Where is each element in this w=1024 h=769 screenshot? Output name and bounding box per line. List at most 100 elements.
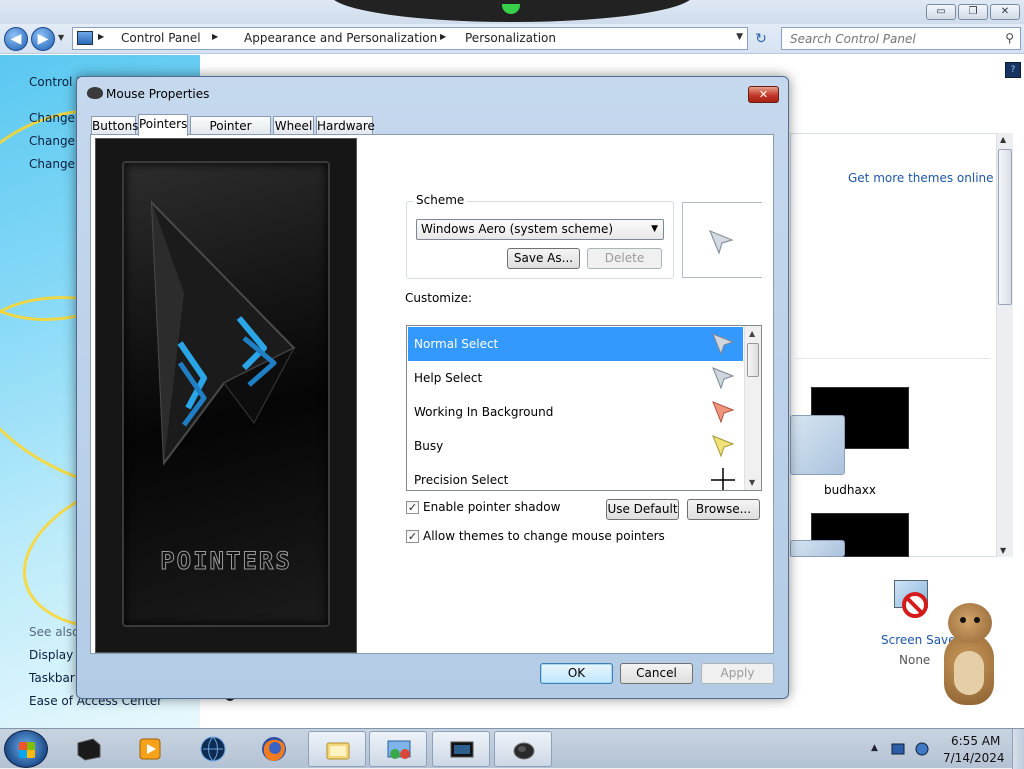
address-bar[interactable]: ▶ Control Panel ▶ Appearance and Persona… — [72, 27, 748, 50]
scroll-down-icon[interactable]: ▼ — [749, 478, 755, 487]
browse-button[interactable]: Browse... — [687, 499, 760, 520]
gopher-belly — [954, 651, 984, 695]
search-icon[interactable]: ⚲ — [1005, 31, 1014, 45]
chevron-down-icon[interactable]: ▼ — [736, 32, 743, 42]
theme-window-preview — [790, 540, 845, 557]
breadcrumb-separator-icon[interactable]: ▶ — [98, 32, 104, 41]
taskbar: ▲ 6:55 AM 7/14/2024 — [0, 728, 1024, 769]
show-desktop-button[interactable] — [1012, 729, 1024, 769]
themes-scrollbar[interactable]: ▲ ▼ — [996, 133, 1013, 557]
pointers-tab-panel: POINTERS Scheme Windows Aero (system sch… — [90, 134, 774, 654]
show-hidden-icons-icon[interactable]: ▲ — [871, 743, 878, 753]
preview-frame: POINTERS — [122, 161, 330, 627]
list-item-normal-select[interactable]: Normal Select — [408, 327, 743, 361]
maximize-button[interactable]: ❐ — [958, 4, 988, 20]
taskbar-media-player[interactable] — [121, 731, 179, 767]
cancel-button[interactable]: Cancel — [620, 663, 693, 684]
control-panel-icon — [77, 31, 93, 45]
tab-wheel[interactable]: Wheel — [273, 116, 314, 135]
scroll-thumb[interactable] — [998, 149, 1012, 305]
globe-icon — [200, 736, 226, 762]
breadcrumb-separator-icon[interactable]: ▶ — [440, 32, 446, 41]
change-mouse-pointers-link[interactable]: Change — [29, 134, 75, 148]
use-default-button[interactable]: Use Default — [606, 499, 679, 520]
ok-button[interactable]: OK — [540, 663, 613, 684]
gopher-eye — [974, 617, 980, 623]
search-input[interactable] — [788, 29, 988, 48]
breadcrumb-appearance[interactable]: Appearance and Personalization — [244, 31, 437, 45]
list-item-working-in-background[interactable]: Working In Background — [408, 395, 743, 429]
allow-themes-checkbox[interactable]: ✓ — [406, 530, 419, 543]
breadcrumb-personalization[interactable]: Personalization — [465, 31, 556, 45]
cursor-list[interactable]: Normal Select Help Select Working In Bac… — [406, 325, 762, 491]
taskbar-explorer[interactable] — [308, 731, 366, 767]
monitor-icon — [450, 741, 474, 758]
tab-pointers[interactable]: Pointers — [138, 114, 188, 136]
busy-cursor-icon — [712, 435, 735, 458]
tab-hardware[interactable]: Hardware — [316, 116, 375, 135]
theme-label[interactable]: budhaxx — [824, 483, 876, 497]
breadcrumb-control-panel[interactable]: Control Panel — [121, 31, 201, 45]
taskbar-app-box[interactable] — [60, 731, 118, 767]
close-window-button[interactable]: ✕ — [990, 4, 1020, 20]
network-icon[interactable] — [914, 741, 930, 757]
list-item-help-select[interactable]: Help Select — [408, 361, 743, 395]
working-cursor-icon — [712, 401, 735, 424]
list-item-label: Precision Select — [414, 473, 509, 487]
breadcrumb-separator-icon[interactable]: ▶ — [212, 32, 218, 41]
control-panel-icon — [387, 740, 411, 759]
clock-time[interactable]: 6:55 AM — [951, 734, 1000, 748]
scroll-up-icon[interactable]: ▲ — [749, 329, 755, 338]
theme-window-preview — [790, 415, 845, 475]
scheme-dropdown[interactable]: Windows Aero (system scheme) ▼ — [416, 219, 664, 240]
taskbar-control-panel[interactable] — [369, 731, 427, 767]
tab-buttons[interactable]: Buttons — [91, 116, 138, 135]
minimize-button[interactable]: ▭ — [926, 4, 956, 20]
back-button[interactable]: ◀ — [4, 27, 28, 51]
taskbar-firefox[interactable] — [245, 731, 303, 767]
list-item-precision-select[interactable]: Precision Select — [408, 463, 743, 490]
pointer-scheme-preview: POINTERS — [95, 138, 357, 653]
scroll-up-icon[interactable]: ▲ — [1000, 135, 1006, 144]
chevron-down-icon[interactable]: ▼ — [651, 220, 658, 239]
prohibited-icon — [902, 592, 928, 618]
cursor-list-scrollbar[interactable]: ▲ ▼ — [744, 326, 761, 490]
taskbar-mouse[interactable] — [494, 731, 552, 767]
list-item-label: Busy — [414, 439, 444, 453]
recent-pages-dropdown-icon[interactable]: ▼ — [58, 33, 64, 42]
tab-pointer-options[interactable]: Pointer Options — [190, 116, 271, 147]
refresh-icon[interactable]: ↻ — [750, 28, 772, 50]
delete-button[interactable]: Delete — [587, 248, 662, 269]
help-select-cursor-icon — [712, 367, 735, 390]
taskbar-globe[interactable] — [184, 731, 242, 767]
get-more-themes-link[interactable]: Get more themes online — [848, 171, 994, 185]
allow-themes-label[interactable]: Allow themes to change mouse pointers — [423, 529, 665, 543]
scheme-group: Scheme Windows Aero (system scheme) ▼ Sa… — [406, 193, 674, 279]
clock-date[interactable]: 7/14/2024 — [943, 751, 1005, 765]
help-icon[interactable]: ? — [1005, 62, 1021, 78]
search-box[interactable]: ⚲ — [781, 27, 1021, 50]
action-center-icon[interactable] — [890, 741, 906, 757]
windows-logo-icon — [19, 742, 35, 758]
scheme-dropdown-value: Windows Aero (system scheme) — [421, 222, 614, 236]
close-button[interactable]: ✕ — [748, 86, 779, 103]
gopher-mascot-icon — [930, 603, 1008, 709]
apply-button[interactable]: Apply — [701, 663, 774, 684]
save-as-button[interactable]: Save As... — [507, 248, 580, 269]
display-link[interactable]: Display — [29, 648, 73, 662]
scroll-thumb[interactable] — [747, 343, 759, 377]
enable-pointer-shadow-checkbox[interactable]: ✓ — [406, 501, 419, 514]
firefox-icon — [262, 737, 286, 761]
dialog-title: Mouse Properties — [106, 87, 210, 101]
see-also-heading: See also — [29, 625, 80, 639]
taskbar-monitor[interactable] — [432, 731, 490, 767]
navigation-bar: ◀ ▶ ▼ ▶ Control Panel ▶ Appearance and P… — [0, 24, 1024, 54]
forward-button[interactable]: ▶ — [31, 27, 55, 51]
scheme-legend: Scheme — [413, 193, 468, 207]
emblem-light-icon — [502, 4, 520, 14]
mouse-icon — [87, 87, 103, 99]
enable-pointer-shadow-label[interactable]: Enable pointer shadow — [423, 500, 560, 514]
start-button[interactable] — [4, 730, 48, 768]
list-item-busy[interactable]: Busy — [408, 429, 743, 463]
scroll-down-icon[interactable]: ▼ — [1000, 546, 1006, 555]
